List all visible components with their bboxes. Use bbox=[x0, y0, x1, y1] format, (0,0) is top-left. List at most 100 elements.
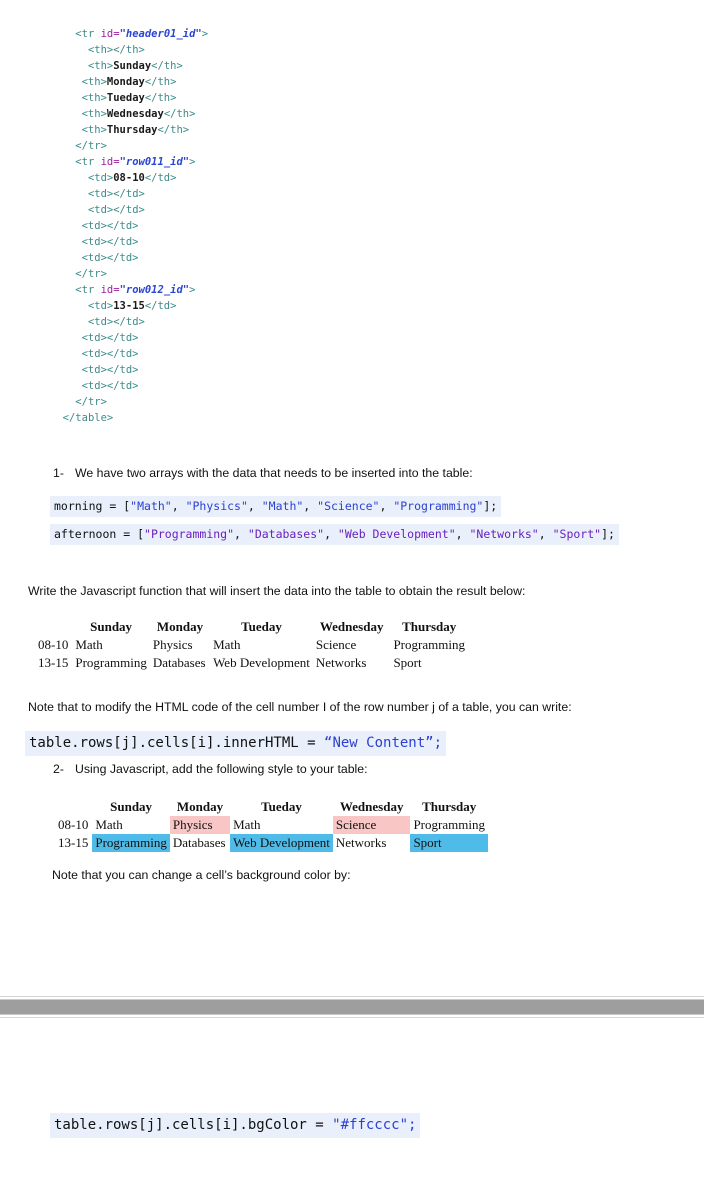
code-token-tag: </th> bbox=[144, 76, 177, 88]
code-token-tag: <th></th> bbox=[87, 44, 145, 56]
code-line: <td></td> bbox=[50, 202, 208, 218]
html-table-code-listing: <tr id="header01_id"> <th></th> <th>Sund… bbox=[50, 26, 208, 426]
code-token-attrval: "header01_id" bbox=[119, 28, 202, 40]
table-cell: Networks bbox=[335, 835, 387, 850]
numbered-item-2-number: 2- bbox=[53, 762, 64, 776]
table-cell: Sport bbox=[393, 655, 422, 670]
column-header-sunday: Sunday bbox=[110, 799, 153, 814]
code-token-tag: <td></td> bbox=[81, 364, 139, 376]
code-comma: , bbox=[379, 499, 394, 513]
code-line: <td>13-15</td> bbox=[50, 298, 208, 314]
code-string-literal: "Sport" bbox=[552, 527, 602, 541]
code-token-tag: <th> bbox=[81, 76, 107, 88]
table-header-row: Sunday Monday Tueday Wednesday Thursday bbox=[55, 798, 488, 816]
code-line-afternoon-array: afternoon = ["Programming", "Databases",… bbox=[50, 524, 619, 545]
column-header-thursday: Thursday bbox=[422, 799, 477, 814]
code-suffix: ]; bbox=[483, 499, 498, 513]
numbered-item-1-text: We have two arrays with the data that ne… bbox=[75, 466, 473, 480]
page-break-separator bbox=[0, 999, 704, 1015]
code-comma: , bbox=[303, 499, 318, 513]
code-token-tag: <tr bbox=[75, 284, 101, 296]
code-string-literal: "Programming" bbox=[393, 499, 484, 513]
code-token-attr: id= bbox=[100, 28, 120, 40]
code-line: <th>Wednesday</th> bbox=[50, 106, 208, 122]
code-token-txt: Sunday bbox=[113, 60, 152, 72]
note-background-color: Note that you can change a cell’s backgr… bbox=[52, 868, 351, 882]
column-header-blank bbox=[55, 798, 92, 816]
code-token-tag: <td></td> bbox=[81, 236, 139, 248]
code-string-literal: "Programming" bbox=[144, 527, 235, 541]
code-token-attr: id= bbox=[100, 156, 120, 168]
code-line-bgcolor: table.rows[j].cells[i].bgColor = "#ffccc… bbox=[50, 1113, 421, 1138]
page-break-hairline-top bbox=[0, 996, 704, 997]
table-cell: Programming bbox=[75, 655, 147, 670]
code-line: <th>Thursday</th> bbox=[50, 122, 208, 138]
code-token-tag: <th> bbox=[87, 60, 114, 72]
code-line: <th>Tueday</th> bbox=[50, 90, 208, 106]
code-token-tag: </th> bbox=[144, 92, 177, 104]
code-string-literal: "Math" bbox=[130, 499, 172, 513]
code-comma: , bbox=[538, 527, 553, 541]
table-cell: Web Development bbox=[213, 655, 310, 670]
instruction-write-function: Write the Javascript function that will … bbox=[28, 584, 526, 598]
code-token-tag: <td></td> bbox=[81, 220, 139, 232]
code-line: <th>Monday</th> bbox=[50, 74, 208, 90]
code-string-literal: "Networks" bbox=[469, 527, 539, 541]
column-header-wednesday: Wednesday bbox=[319, 619, 384, 634]
column-header-monday: Monday bbox=[156, 619, 204, 634]
code-line-innerhtml: table.rows[j].cells[i].innerHTML = “New … bbox=[25, 731, 447, 756]
note-modify-cell: Note that to modify the HTML code of the… bbox=[28, 700, 572, 714]
code-line: <td></td> bbox=[50, 186, 208, 202]
page-break-hairline-bottom bbox=[0, 1017, 704, 1018]
code-string-literal: "Math" bbox=[261, 499, 304, 513]
table-cell: Databases bbox=[152, 655, 206, 670]
code-variable-name: morning = [ bbox=[54, 499, 131, 513]
table-row: 13-15 Programming Databases Web Development… bbox=[35, 654, 468, 672]
table-cell: Programming bbox=[92, 834, 170, 852]
code-line: <tr id="row011_id"> bbox=[50, 154, 208, 170]
cell-timeslot: 08-10 bbox=[58, 817, 89, 832]
code-line: <td></td> bbox=[50, 234, 208, 250]
column-header-monday: Monday bbox=[176, 799, 224, 814]
code-line: <th>Sunday</th> bbox=[50, 58, 208, 74]
table-cell: Science bbox=[315, 637, 357, 652]
table-cell: Networks bbox=[315, 655, 367, 670]
code-token-txt: 13-15 bbox=[113, 300, 145, 312]
code-line: </tr> bbox=[50, 394, 208, 410]
code-token-tag: <td></td> bbox=[81, 252, 139, 264]
code-line: <tr id="row012_id"> bbox=[50, 282, 208, 298]
table-cell: Math bbox=[213, 637, 241, 652]
code-token-tag: <th> bbox=[81, 108, 107, 120]
code-expression: table.rows[j].cells[i].bgColor = bbox=[54, 1117, 333, 1133]
cell-timeslot: 13-15 bbox=[58, 835, 89, 850]
code-token-txt: Thursday bbox=[106, 124, 158, 136]
result-table-styled: Sunday Monday Tueday Wednesday Thursday 08-10… bbox=[55, 798, 488, 852]
code-token-tag: </table> bbox=[62, 412, 114, 424]
table-cell: Databases bbox=[172, 835, 226, 850]
table-row: 08-10 Math Physics Math Science Programming bbox=[35, 636, 468, 654]
code-string-literal: "Science" bbox=[317, 499, 380, 513]
code-token-tag: <td></td> bbox=[87, 188, 145, 200]
column-header-blank bbox=[35, 618, 72, 636]
numbered-item-2: 2- Using Javascript, add the following st… bbox=[53, 762, 368, 776]
code-comma: , bbox=[324, 527, 338, 541]
code-line: </tr> bbox=[50, 138, 208, 154]
column-header-tueday: Tueday bbox=[241, 619, 282, 634]
code-token-tag: </th> bbox=[157, 124, 190, 136]
code-token-attrval: "row011_id" bbox=[119, 156, 190, 168]
table-cell: Programming bbox=[413, 817, 485, 832]
table-cell: Science bbox=[332, 816, 411, 834]
code-token-attrval: "row012_id" bbox=[119, 284, 190, 296]
code-line: <td></td> bbox=[50, 250, 208, 266]
code-token-txt: Wednesday bbox=[106, 108, 164, 120]
code-token-tag: </td> bbox=[144, 300, 177, 312]
column-header-sunday: Sunday bbox=[90, 619, 133, 634]
code-token-tag: > bbox=[201, 28, 209, 40]
table-row: 08-10 Math Physics Math Science Programming bbox=[55, 816, 488, 834]
cell-timeslot: 13-15 bbox=[38, 655, 69, 670]
code-token-tag: </tr> bbox=[75, 140, 107, 152]
code-token-tag: </th> bbox=[163, 108, 196, 120]
code-line: <td></td> bbox=[50, 362, 208, 378]
code-token-tag: <td></td> bbox=[87, 316, 145, 328]
code-token-tag: <td></td> bbox=[81, 380, 139, 392]
